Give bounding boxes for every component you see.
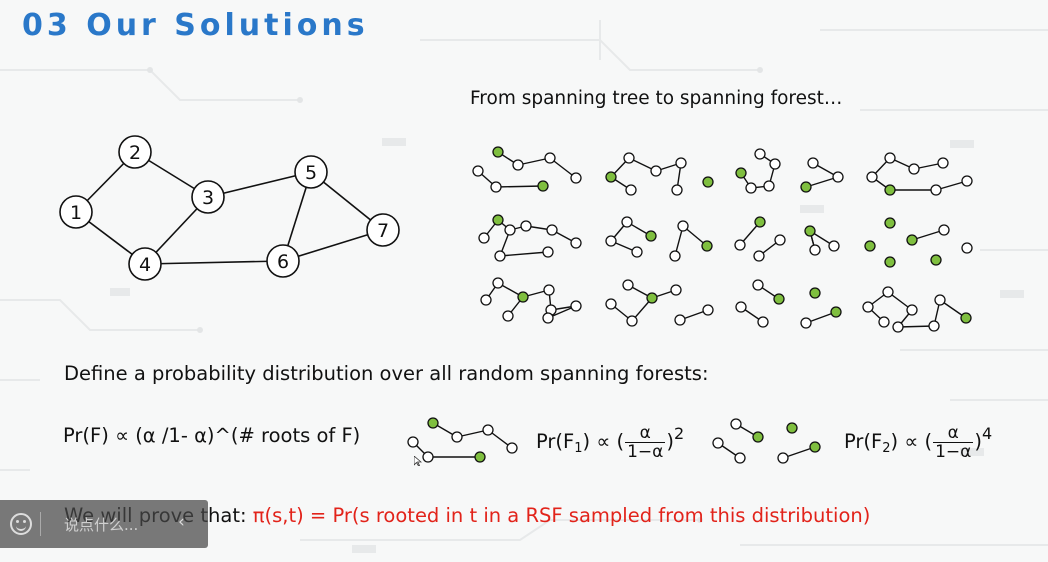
graph-node-label: 2 <box>129 142 141 164</box>
formula-f2: Pr(F2) ∝ (α 1−α)4 <box>844 423 993 462</box>
forest-example <box>610 284 709 322</box>
prove-claim: π(s,t) = Pr(s rooted in t in a RSF sampl… <box>252 504 871 527</box>
forest-caption: From spanning tree to spanning forest… <box>470 88 843 109</box>
forest-example <box>740 153 839 189</box>
comment-bar[interactable]: 说点什么... ‹ <box>0 500 208 548</box>
comment-input[interactable]: 说点什么... <box>64 514 138 535</box>
graph-node-label: 3 <box>202 187 214 209</box>
graph-node-label: 1 <box>70 202 82 224</box>
graph-diagram: 1 2 3 4 5 6 7 <box>59 135 400 281</box>
graph-node-label: 7 <box>377 220 389 242</box>
mouse-cursor-icon <box>414 456 422 466</box>
forest-f2-diagram <box>712 418 821 464</box>
definition-text: Define a probability distribution over a… <box>64 362 709 385</box>
graph-node-label: 5 <box>305 162 317 184</box>
smile-icon[interactable] <box>10 513 32 535</box>
forest-examples-grid <box>472 146 973 333</box>
slide-title: 03 Our Solutions <box>22 8 369 43</box>
forest-example <box>740 284 837 324</box>
edge-4-6 <box>144 260 284 265</box>
divider <box>40 512 41 536</box>
forest-example <box>610 157 682 191</box>
graph-node-label: 4 <box>139 254 151 276</box>
forest-example <box>477 151 577 188</box>
chevron-left-icon[interactable]: ‹ <box>178 512 185 532</box>
formula-f1: Pr(F1) ∝ (α 1−α)2 <box>536 423 685 462</box>
formula-main: Pr(F) ∝ (α /1- α)^(# roots of F) <box>63 424 361 447</box>
forest-example <box>871 157 968 191</box>
graph-node-label: 6 <box>277 251 289 273</box>
slide: 03 Our Solutions 1 2 3 4 5 6 7 From span… <box>0 0 1048 562</box>
